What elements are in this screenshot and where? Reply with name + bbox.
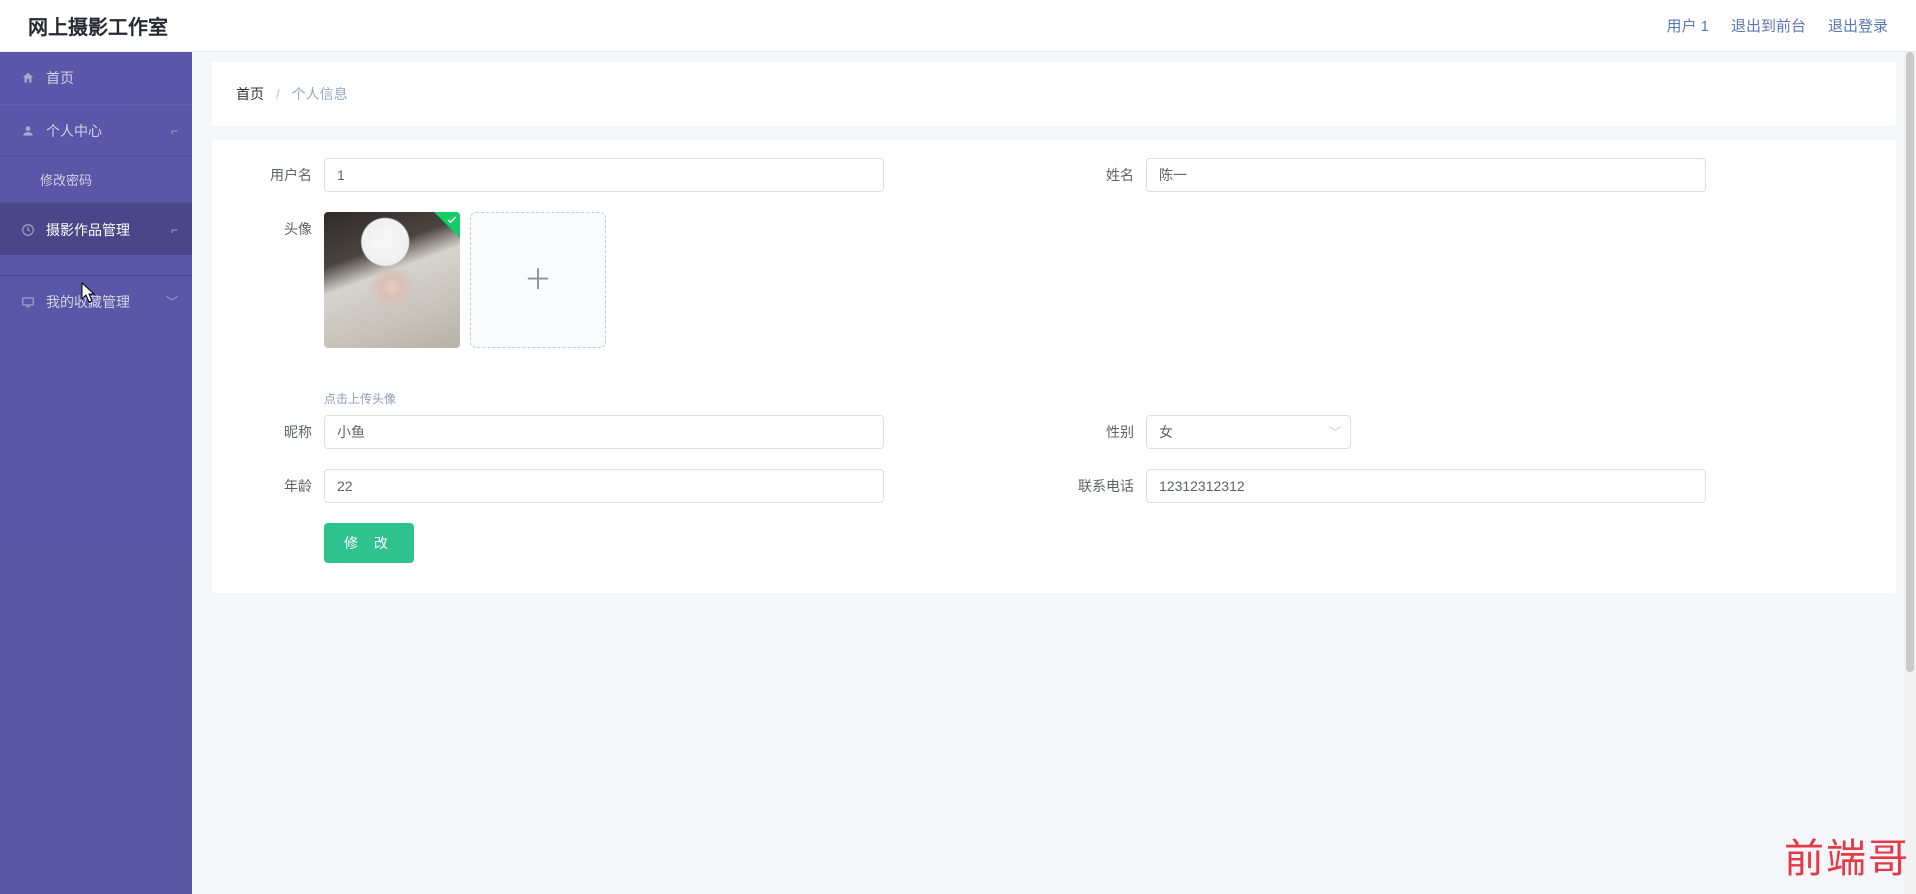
sidebar-item-label: 摄影作品管理 xyxy=(46,220,130,240)
avatar-preview[interactable] xyxy=(324,212,460,348)
breadcrumb: 首页 / 个人信息 xyxy=(212,62,1896,126)
user-icon xyxy=(20,123,36,139)
label-nickname: 昵称 xyxy=(232,415,312,449)
label-name: 姓名 xyxy=(1054,158,1134,192)
form-panel: 用户名 姓名 头像 xyxy=(212,140,1896,593)
header-user-label[interactable]: 用户 1 xyxy=(1666,15,1709,36)
sidebar-item-label: 我的收藏管理 xyxy=(46,292,130,312)
brand-title: 网上摄影工作室 xyxy=(28,11,168,40)
main-content: 首页 / 个人信息 用户名 姓名 头像 xyxy=(192,52,1916,894)
chevron-up-icon: ⌐ xyxy=(171,124,178,138)
check-icon xyxy=(434,212,460,238)
breadcrumb-current: 个人信息 xyxy=(292,86,348,102)
label-spacer xyxy=(232,526,312,560)
avatar-upload-hint: 点击上传头像 xyxy=(324,390,606,407)
gender-select[interactable] xyxy=(1146,415,1351,449)
sidebar-sub-label: 修改密码 xyxy=(40,170,92,189)
sidebar-item-label: 个人中心 xyxy=(46,121,102,141)
phone-input[interactable] xyxy=(1146,469,1706,503)
sidebar: 首页 个人中心 ⌐ 修改密码 摄影作品管理 ⌐ 我的收藏管理 ﹀ xyxy=(0,52,192,894)
app-header: 网上摄影工作室 用户 1 退出到前台 退出登录 xyxy=(0,0,1916,52)
label-avatar: 头像 xyxy=(232,212,312,246)
submit-button[interactable]: 修 改 xyxy=(324,523,414,563)
nickname-input[interactable] xyxy=(324,415,884,449)
avatar-upload-button[interactable]: ＋ xyxy=(470,212,606,348)
home-icon xyxy=(20,70,36,86)
sidebar-sub-change-password[interactable]: 修改密码 xyxy=(0,156,192,202)
label-username: 用户名 xyxy=(232,158,312,192)
chevron-down-icon: ﹀ xyxy=(166,293,178,310)
username-input[interactable] xyxy=(324,158,884,192)
header-right: 用户 1 退出到前台 退出登录 xyxy=(1666,15,1888,36)
header-back-front-link[interactable]: 退出到前台 xyxy=(1731,15,1806,36)
monitor-icon xyxy=(20,294,36,310)
breadcrumb-separator: / xyxy=(276,86,280,102)
sidebar-item-favorites[interactable]: 我的收藏管理 ﹀ xyxy=(0,275,192,327)
sidebar-item-profile[interactable]: 个人中心 ⌐ xyxy=(0,104,192,156)
sidebar-item-home[interactable]: 首页 xyxy=(0,52,192,104)
label-gender: 性别 xyxy=(1054,415,1134,449)
clock-icon xyxy=(20,222,36,238)
sidebar-item-photo-works[interactable]: 摄影作品管理 ⌐ xyxy=(0,203,192,255)
sidebar-item-label: 首页 xyxy=(46,68,74,88)
age-input[interactable] xyxy=(324,469,884,503)
plus-icon: ＋ xyxy=(524,266,552,294)
label-age: 年龄 xyxy=(232,469,312,503)
sidebar-sub-truncated[interactable] xyxy=(0,255,192,275)
header-logout-link[interactable]: 退出登录 xyxy=(1828,15,1888,36)
breadcrumb-home-link[interactable]: 首页 xyxy=(236,86,264,102)
label-phone: 联系电话 xyxy=(1054,469,1134,503)
name-input[interactable] xyxy=(1146,158,1706,192)
chevron-up-icon: ⌐ xyxy=(171,223,178,237)
